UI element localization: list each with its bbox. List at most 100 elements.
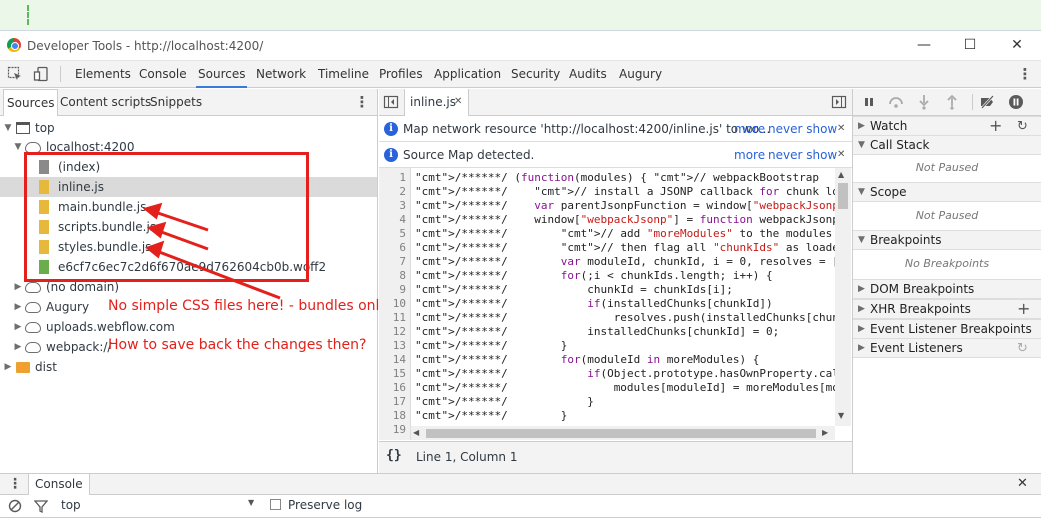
toggle-navigator-icon[interactable] (383, 94, 399, 110)
code-line[interactable]: "cmt">/******/ for(;i < chunkIds.length;… (415, 269, 773, 283)
line-number[interactable]: 1 (378, 171, 406, 185)
cursor-position: Line 1, Column 1 (416, 450, 518, 464)
drawer-tab-console[interactable]: Console (28, 474, 90, 495)
line-number[interactable]: 12 (378, 325, 406, 339)
code-line[interactable]: "cmt">/******/ window["webpackJsonp"] = … (415, 213, 835, 227)
pretty-print-icon[interactable]: {} (386, 448, 402, 463)
code-line[interactable]: "cmt">/******/ chunkId = chunkIds[i]; (415, 283, 733, 297)
drawer-menu-icon[interactable]: ⋮ (8, 476, 22, 492)
close-drawer-icon[interactable]: ✕ (1017, 476, 1028, 491)
toggle-debugger-icon[interactable] (831, 94, 847, 110)
refresh-watch-icon[interactable]: ↻ (1017, 117, 1028, 136)
code-line[interactable]: "cmt">/******/ var moduleId, chunkId, i … (415, 255, 835, 269)
pane-title-label: XHR Breakpoints (870, 302, 971, 316)
pane-title-label: DOM Breakpoints (870, 282, 975, 296)
scope-empty: Not Paused (915, 209, 979, 222)
pause-icon[interactable] (861, 94, 877, 110)
line-number[interactable]: 6 (378, 241, 406, 255)
line-number[interactable]: 18 (378, 409, 406, 423)
collapsed-arrow-icon[interactable]: ▶ (858, 339, 865, 358)
line-number[interactable]: 3 (378, 199, 406, 213)
add-xhr-breakpoint-icon[interactable]: + (1017, 299, 1030, 318)
annotation-note: No simple CSS files here! - bundles only… (108, 298, 395, 314)
code-line[interactable]: "cmt">/******/ var parentJsonpFunction =… (415, 199, 835, 213)
collapsed-arrow-icon[interactable]: ▶ (858, 280, 865, 299)
step-over-icon[interactable] (888, 94, 904, 110)
vertical-scroll-thumb[interactable] (838, 183, 848, 209)
step-into-icon[interactable] (916, 94, 932, 110)
line-number[interactable]: 4 (378, 213, 406, 227)
close-infobar-icon[interactable]: ✕ (837, 116, 845, 142)
line-number[interactable]: 5 (378, 227, 406, 241)
scroll-down-arrow-icon[interactable]: ▼ (838, 411, 844, 420)
line-number[interactable]: 2 (378, 185, 406, 199)
code-line[interactable]: "cmt">/******/ (function(modules) { "cmt… (415, 171, 819, 185)
annotation-arrowhead (142, 202, 163, 220)
scroll-up-arrow-icon[interactable]: ▲ (838, 170, 844, 179)
collapsed-arrow-icon[interactable]: ▶ (858, 300, 865, 319)
pane-breakpoints[interactable]: ▼ Breakpoints (853, 230, 1041, 250)
pane-xhr-breakpoints[interactable]: ▶ XHR Breakpoints + (853, 299, 1041, 319)
code-line[interactable]: "cmt">/******/ resolves.push(installedCh… (415, 311, 835, 325)
infobar-text: Source Map detected. (403, 148, 535, 162)
pane-title-label: Call Stack (870, 138, 930, 152)
line-number[interactable]: 8 (378, 269, 406, 283)
more-link[interactable]: more (734, 116, 765, 142)
refresh-listeners-icon[interactable]: ↻ (1017, 339, 1028, 358)
code-line[interactable]: "cmt">/******/ installedChunks[chunkId] … (415, 325, 779, 339)
collapsed-arrow-icon[interactable]: ▶ (858, 320, 865, 339)
line-number[interactable]: 11 (378, 311, 406, 325)
code-line[interactable]: "cmt">/******/ } (415, 339, 567, 353)
line-number[interactable]: 14 (378, 353, 406, 367)
pane-call-stack[interactable]: ▼ Call Stack (853, 135, 1041, 155)
code-line[interactable]: "cmt">/******/ "cmt">// then flag all "c… (415, 241, 835, 255)
pane-event-listener-breakpoints[interactable]: ▶ Event Listener Breakpoints (853, 319, 1041, 339)
scroll-left-arrow-icon[interactable]: ◀ (413, 428, 419, 437)
pane-scope[interactable]: ▼ Scope (853, 182, 1041, 202)
line-number[interactable]: 16 (378, 381, 406, 395)
pane-event-listeners[interactable]: ▶ Event Listeners ↻ (853, 338, 1041, 358)
editor-status-bar: {} Line 1, Column 1 (379, 441, 852, 473)
line-number[interactable]: 13 (378, 339, 406, 353)
add-watch-icon[interactable]: + (989, 116, 1002, 135)
code-line[interactable]: "cmt">/******/ "cmt">// add "moreModules… (415, 227, 835, 241)
deactivate-breakpoints-icon[interactable] (979, 94, 995, 110)
line-number[interactable]: 17 (378, 395, 406, 409)
filter-icon[interactable] (33, 499, 49, 516)
line-number[interactable]: 15 (378, 367, 406, 381)
line-number[interactable]: 9 (378, 283, 406, 297)
pane-dom-breakpoints[interactable]: ▶ DOM Breakpoints (853, 279, 1041, 299)
editor-file-tab[interactable]: inline.js ✕ (404, 89, 469, 116)
pane-title-label: Watch (870, 119, 908, 133)
code-line[interactable]: "cmt">/******/ if(Object.prototype.hasOw… (415, 367, 835, 381)
preserve-log-checkbox[interactable] (270, 499, 281, 510)
code-line[interactable]: "cmt">/******/ } (415, 395, 594, 409)
close-tab-icon[interactable]: ✕ (454, 96, 462, 107)
step-out-icon[interactable] (944, 94, 960, 110)
line-number[interactable]: 10 (378, 297, 406, 311)
close-infobar-icon[interactable]: ✕ (837, 142, 845, 168)
code-line[interactable]: "cmt">/******/ modules[moduleId] = moreM… (415, 381, 835, 395)
expanded-arrow-icon[interactable]: ▼ (858, 136, 865, 155)
collapsed-arrow-icon[interactable]: ▶ (858, 117, 865, 136)
context-dropdown-icon[interactable]: ▼ (248, 498, 254, 507)
line-number[interactable]: 7 (378, 255, 406, 269)
scroll-right-arrow-icon[interactable]: ▶ (822, 428, 828, 437)
horizontal-scroll-thumb[interactable] (426, 429, 816, 438)
code-line[interactable]: "cmt">/******/ if(installedChunks[chunkI… (415, 297, 773, 311)
pane-watch[interactable]: ▶ Watch + ↻ (853, 116, 1041, 136)
pause-on-exceptions-icon[interactable] (1008, 94, 1024, 110)
never-show-link[interactable]: never show (768, 142, 837, 168)
expanded-arrow-icon[interactable]: ▼ (858, 183, 865, 202)
code-line[interactable]: "cmt">/******/ "cmt">// install a JSONP … (415, 185, 835, 199)
clear-console-icon[interactable] (8, 499, 22, 516)
code-line[interactable]: "cmt">/******/ for(moduleId in moreModul… (415, 353, 759, 367)
more-link[interactable]: more (734, 142, 765, 168)
never-show-link[interactable]: never show (768, 116, 837, 142)
context-selector[interactable]: top (61, 498, 81, 512)
expanded-arrow-icon[interactable]: ▼ (858, 231, 865, 250)
code-line[interactable]: "cmt">/******/ } (415, 409, 567, 423)
line-number[interactable]: 19 (378, 423, 406, 437)
code-editor[interactable]: "cmt">/******/ (function(modules) { "cmt… (411, 168, 835, 426)
info-icon: i (384, 148, 398, 162)
